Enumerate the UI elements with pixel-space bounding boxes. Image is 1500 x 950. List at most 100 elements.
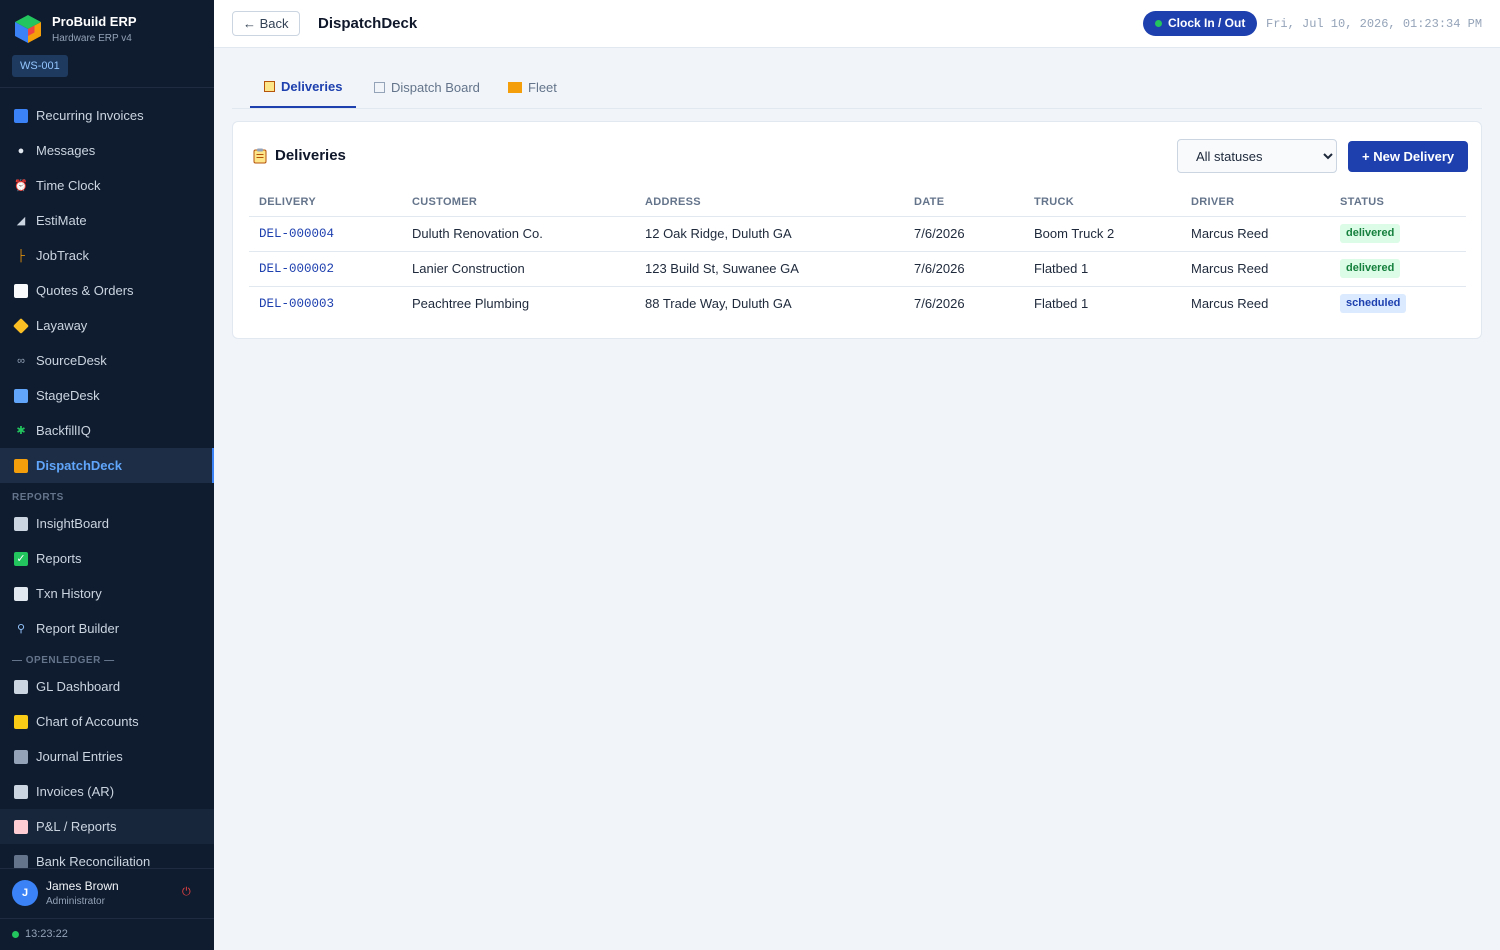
- table-row[interactable]: DEL-000002 Lanier Construction 123 Build…: [249, 251, 1466, 287]
- sidebar-item-label: Recurring Invoices: [36, 108, 144, 123]
- power-icon[interactable]: ⏻: [182, 886, 191, 899]
- speech-bubble-icon: ●: [17, 144, 25, 157]
- column-header[interactable]: DATE: [904, 188, 1024, 217]
- sidebar-item-gl-dashboard[interactable]: GL Dashboard: [0, 669, 214, 704]
- customer-cell: Duluth Renovation Co.: [402, 216, 635, 252]
- status-cell: scheduled: [1330, 286, 1466, 321]
- sidebar-item-label: Bank Reconciliation: [36, 854, 151, 868]
- sidebar-item-estimate[interactable]: ◢ EstiMate: [0, 203, 214, 238]
- column-header[interactable]: ADDRESS: [635, 188, 904, 217]
- sidebar-item-label: P&L / Reports: [36, 819, 117, 834]
- new-delivery-button[interactable]: + New Delivery: [1348, 141, 1469, 172]
- top-bar: ← Back DispatchDeck Clock In / Out Fri, …: [214, 0, 1500, 48]
- clipboard-icon: [253, 148, 267, 164]
- truck-icon: [14, 458, 28, 473]
- sidebar-item-quotes-orders[interactable]: Quotes & Orders: [0, 273, 214, 308]
- alarm-clock-icon: ⏰: [14, 179, 28, 192]
- tab-deliveries[interactable]: Deliveries: [250, 66, 357, 108]
- page-icon: [14, 586, 28, 601]
- avatar[interactable]: J: [12, 880, 38, 906]
- sidebar-item-dispatchdeck[interactable]: DispatchDeck: [0, 448, 214, 483]
- sidebar-item-label: Journal Entries: [36, 749, 123, 764]
- sidebar-item-jobtrack[interactable]: ├ JobTrack: [0, 238, 214, 273]
- column-header[interactable]: TRUCK: [1024, 188, 1181, 217]
- sidebar-item-label: BackfillIQ: [36, 423, 91, 438]
- magnifier-icon: ⚲: [16, 622, 26, 635]
- sidebar-item-pl-reports[interactable]: P&L / Reports: [0, 809, 214, 844]
- sidebar-item-label: JobTrack: [36, 248, 89, 263]
- status-cell: delivered: [1330, 216, 1466, 252]
- user-name: James Brown: [46, 879, 119, 893]
- sidebar-item-backfilliq[interactable]: ✱ BackfillIQ: [0, 413, 214, 448]
- sidebar-item-label: Messages: [36, 143, 96, 158]
- sidebar-item-label: Report Builder: [36, 621, 120, 636]
- sidebar-item-label: EstiMate: [36, 213, 87, 228]
- ledger-icon: [14, 714, 28, 729]
- date-cell: 7/6/2026: [914, 296, 965, 312]
- chart-down-icon: [14, 819, 28, 834]
- status-badge: delivered: [1340, 259, 1401, 278]
- clock-in-out-label: Clock In / Out: [1168, 16, 1246, 30]
- deliveries-table: DELIVERY CUSTOMER ADDRESS DATE TRUCK DRI…: [249, 188, 1466, 321]
- memo-icon: [14, 283, 28, 298]
- sidebar: Recurring Invoices ● Messages ⏰ Time Clo…: [0, 0, 214, 950]
- column-header[interactable]: CUSTOMER: [402, 188, 635, 217]
- back-button[interactable]: ← Back: [232, 11, 300, 36]
- sidebar-item-label: Chart of Accounts: [36, 714, 139, 729]
- datetime-display: Fri, Jul 10, 2026, 01:23:34 PM: [1266, 17, 1483, 31]
- tab-fleet[interactable]: Fleet: [508, 66, 557, 108]
- sidebar-item-chart-of-accounts[interactable]: Chart of Accounts: [0, 704, 214, 739]
- workstation-badge: WS-001: [12, 55, 68, 77]
- recurring-icon: [14, 108, 28, 123]
- sidebar-item-layaway[interactable]: Layaway: [0, 308, 214, 343]
- sidebar-item-reports[interactable]: ✓ Reports: [0, 541, 214, 576]
- status-cell: delivered: [1330, 251, 1466, 287]
- sidebar-item-insightboard[interactable]: InsightBoard: [0, 506, 214, 541]
- customer-cell: Lanier Construction: [402, 251, 635, 287]
- sidebar-item-bank-reconciliation[interactable]: Bank Reconciliation: [0, 844, 214, 868]
- delivery-id-link[interactable]: DEL-000002: [249, 251, 402, 287]
- page-title: DispatchDeck: [318, 15, 418, 32]
- sidebar-item-report-builder[interactable]: ⚲ Report Builder: [0, 611, 214, 646]
- column-header[interactable]: DELIVERY: [249, 188, 402, 217]
- sidebar-item-invoices-ar[interactable]: Invoices (AR): [0, 774, 214, 809]
- sidebar-item-label: Invoices (AR): [36, 784, 115, 799]
- tab-dispatch-board[interactable]: Dispatch Board: [374, 66, 480, 108]
- sidebar-item-time-clock[interactable]: ⏰ Time Clock: [0, 168, 214, 203]
- sidebar-item-label: InsightBoard: [36, 516, 109, 531]
- table-row[interactable]: DEL-000004 Duluth Renovation Co. 12 Oak …: [249, 216, 1466, 252]
- sidebar-item-stagedesk[interactable]: StageDesk: [0, 378, 214, 413]
- puzzle-icon: ✱: [16, 424, 26, 437]
- date-cell: 7/6/2026: [904, 251, 1024, 287]
- board-icon: [374, 81, 385, 93]
- deliveries-card: Deliveries All statuses + New Delivery D…: [232, 121, 1482, 339]
- delivery-id-link[interactable]: DEL-000004: [249, 216, 402, 252]
- status-filter-select[interactable]: All statuses: [1177, 139, 1337, 173]
- brand-header: ProBuild ERP Hardware ERP v4 WS-001: [0, 0, 214, 88]
- clock-in-out-button[interactable]: Clock In / Out: [1143, 11, 1258, 36]
- sidebar-item-label: Quotes & Orders: [36, 283, 134, 298]
- sidebar-item-label: Reports: [36, 551, 82, 566]
- openledger-heading: — OPENLEDGER —: [12, 655, 115, 666]
- bar-chart-icon: [14, 679, 28, 694]
- crane-icon: ├: [17, 249, 25, 262]
- column-header[interactable]: DRIVER: [1181, 188, 1330, 217]
- sidebar-item-txn-history[interactable]: Txn History: [0, 576, 214, 611]
- user-panel: J James Brown Administrator ⏻: [0, 868, 214, 918]
- sidebar-item-sourcedesk[interactable]: ∞ SourceDesk: [0, 343, 214, 378]
- truck-cell: Flatbed 1: [1024, 251, 1181, 287]
- cube-logo-icon: [15, 15, 41, 43]
- user-role: Administrator: [46, 896, 105, 907]
- column-header[interactable]: STATUS: [1330, 188, 1466, 217]
- sidebar-item-label: StageDesk: [36, 388, 100, 403]
- bank-icon: [14, 854, 28, 868]
- date-cell: 7/6/2026: [904, 216, 1024, 252]
- sidebar-item-messages[interactable]: ● Messages: [0, 133, 214, 168]
- brand-subtitle: Hardware ERP v4: [52, 33, 132, 44]
- sidebar-item-journal-entries[interactable]: Journal Entries: [0, 739, 214, 774]
- truck-cell: Boom Truck 2: [1024, 216, 1181, 252]
- delivery-id-link[interactable]: DEL-000003: [249, 286, 402, 321]
- tab-label: Fleet: [528, 79, 557, 95]
- sidebar-item-recurring-invoices[interactable]: Recurring Invoices: [0, 98, 214, 133]
- table-row[interactable]: DEL-000003 Peachtree Plumbing 88 Trade W…: [249, 286, 1466, 321]
